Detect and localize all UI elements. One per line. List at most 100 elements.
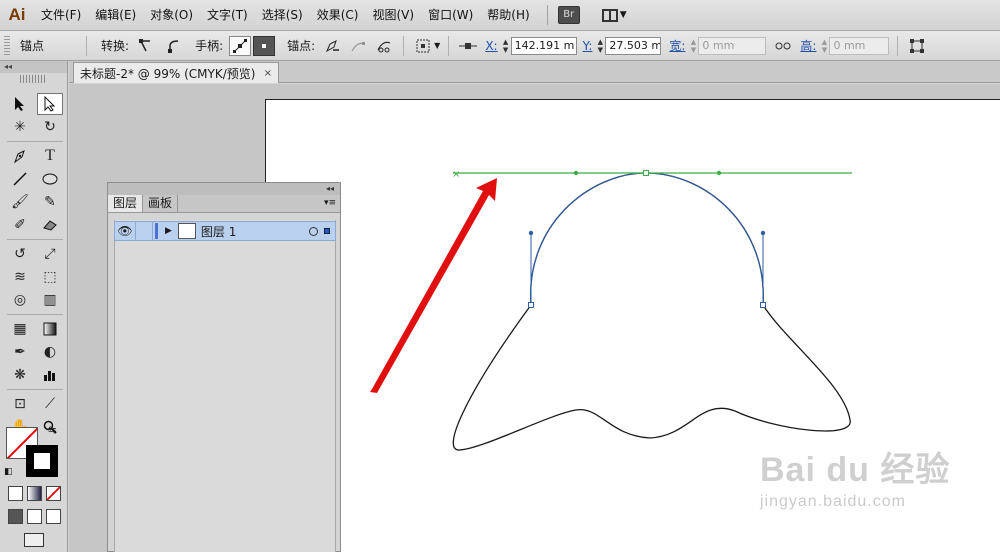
selection-square-icon[interactable]	[324, 228, 330, 234]
screen-mode-icon[interactable]	[24, 533, 44, 547]
x-stepper[interactable]: ▲ ▼	[501, 37, 511, 55]
layers-panel-tabs: 图层 画板 ▾≡	[108, 195, 340, 213]
divider	[86, 35, 88, 56]
default-colors-icon[interactable]: ◧	[4, 467, 13, 477]
connect-anchors-icon[interactable]	[347, 36, 369, 56]
convert-label: 转换:	[101, 39, 130, 53]
reference-point-icon[interactable]	[412, 36, 434, 56]
transform-icon[interactable]	[906, 36, 928, 56]
workspace-switcher-button[interactable]: ▼	[601, 8, 627, 22]
menu-view[interactable]: 视图(V)	[365, 0, 421, 31]
swap-fill-stroke-icon[interactable]: ⇆	[48, 425, 56, 436]
perspective-grid-tool-icon[interactable]: ▥	[37, 289, 63, 311]
y-stepper[interactable]: ▲ ▼	[595, 37, 605, 55]
cut-path-icon[interactable]	[373, 36, 395, 56]
stroke-swatch[interactable]	[26, 445, 58, 477]
height-field[interactable]: 0 mm	[829, 36, 890, 55]
layers-panel-collapse-icon[interactable]: ◂◂	[108, 183, 340, 195]
gradient-tool-icon[interactable]	[37, 318, 63, 340]
column-graph-tool-icon[interactable]	[37, 364, 63, 386]
menu-select[interactable]: 选择(S)	[255, 0, 310, 31]
panel-menu-icon[interactable]: ▾≡	[324, 195, 340, 212]
symbol-sprayer-tool-icon[interactable]: ❋	[7, 364, 33, 386]
menu-file[interactable]: 文件(F)	[34, 0, 88, 31]
layer-name[interactable]: 图层 1	[201, 223, 236, 240]
document-title: 未标题-2* @ 99% (CMYK/预览)	[80, 66, 256, 81]
direct-selection-tool-icon[interactable]	[37, 93, 63, 115]
menu-effect[interactable]: 效果(C)	[310, 0, 366, 31]
free-transform-tool-icon[interactable]: ⬚	[37, 266, 63, 288]
hide-handles-icon[interactable]	[253, 35, 276, 56]
divider	[448, 35, 450, 56]
close-icon[interactable]: ×	[264, 68, 272, 79]
height-stepper[interactable]: ▲ ▼	[819, 37, 829, 55]
artboard-tool-icon[interactable]: ⊡	[7, 393, 33, 415]
gradient-mode-icon[interactable]	[27, 486, 42, 501]
color-mode-icon[interactable]	[8, 486, 23, 501]
menu-help[interactable]: 帮助(H)	[480, 0, 536, 31]
type-tool-icon[interactable]: T	[37, 145, 63, 167]
convert-to-smooth-icon[interactable]	[163, 36, 185, 56]
link-icon[interactable]	[772, 36, 794, 56]
height-label: 高:	[800, 39, 817, 53]
draw-inside-icon[interactable]	[46, 509, 61, 524]
x-field[interactable]: 142.191 m	[510, 36, 577, 55]
mesh-tool-icon[interactable]: ▦	[7, 318, 33, 340]
y-label: Y:	[582, 38, 593, 53]
ellipse-tool-icon[interactable]	[37, 168, 63, 190]
divider	[403, 35, 405, 56]
lock-toggle[interactable]	[135, 222, 153, 240]
baidu-watermark: Bai du 经验 jingyan.baidu.com	[760, 442, 990, 532]
bridge-button[interactable]: Br	[557, 6, 580, 24]
shape-builder-tool-icon[interactable]: ◎	[7, 289, 33, 311]
scale-tool-icon[interactable]: ⤢	[37, 243, 63, 265]
width-field[interactable]: 0 mm	[698, 36, 767, 55]
draw-normal-icon[interactable]	[8, 509, 23, 524]
width-stepper[interactable]: ▲ ▼	[688, 37, 698, 55]
divider	[7, 141, 63, 142]
divider	[7, 389, 63, 390]
paintbrush-tool-icon[interactable]: 🖌	[7, 191, 33, 213]
color-mode-row	[8, 486, 61, 501]
width-label: 宽:	[669, 39, 686, 53]
tab-layers[interactable]: 图层	[108, 195, 144, 212]
draw-behind-icon[interactable]	[27, 509, 42, 524]
rotate-tool-icon[interactable]: ↺	[7, 243, 33, 265]
align-anchor-icon[interactable]	[457, 36, 479, 56]
y-field[interactable]: 27.503 mi	[605, 36, 662, 55]
blob-brush-tool-icon[interactable]: ✐	[7, 214, 33, 236]
line-tool-icon[interactable]	[7, 168, 33, 190]
tools-grip[interactable]	[20, 75, 47, 83]
remove-anchor-icon[interactable]	[321, 36, 343, 56]
layer-row[interactable]: 👁 ▶ 图层 1	[114, 221, 336, 241]
pen-tool-icon[interactable]	[7, 145, 33, 167]
control-bar-grip[interactable]	[4, 35, 10, 56]
magic-wand-tool-icon[interactable]: ✳	[7, 116, 33, 138]
convert-to-corner-icon[interactable]	[135, 36, 157, 56]
pencil-tool-icon[interactable]: ✎	[37, 191, 63, 213]
eyedropper-tool-icon[interactable]: ✒	[7, 341, 33, 363]
menu-object[interactable]: 对象(O)	[143, 0, 200, 31]
watermark-logo-text: Bai du 经验	[760, 451, 951, 489]
selection-tool-icon[interactable]	[7, 93, 33, 115]
none-mode-icon[interactable]	[46, 486, 61, 501]
fill-stroke-swatches: ⇆ ◧	[4, 425, 62, 483]
blend-tool-icon[interactable]: ◐	[37, 341, 63, 363]
visibility-eye-icon[interactable]: 👁	[115, 224, 135, 238]
menu-type[interactable]: 文字(T)	[200, 0, 255, 31]
width-tool-icon[interactable]: ≋	[7, 266, 33, 288]
lasso-tool-icon[interactable]: ↻	[37, 116, 63, 138]
slice-tool-icon[interactable]: ⟋	[37, 393, 63, 415]
menu-edit[interactable]: 编辑(E)	[88, 0, 143, 31]
eraser-tool-icon[interactable]	[37, 214, 63, 236]
menu-window[interactable]: 窗口(W)	[421, 0, 480, 31]
tools-collapse-icon[interactable]: ◂◂	[0, 61, 67, 73]
chevron-down-icon[interactable]: ▼	[434, 41, 440, 50]
document-tab[interactable]: 未标题-2* @ 99% (CMYK/预览) ×	[73, 62, 279, 83]
target-circle-icon[interactable]	[309, 226, 318, 236]
menu-divider	[546, 5, 548, 25]
expand-triangle-icon[interactable]: ▶	[165, 226, 172, 236]
show-handles-icon[interactable]	[229, 35, 252, 56]
tool-name-label: 锚点	[20, 39, 45, 53]
tab-artboards[interactable]: 画板	[143, 195, 179, 212]
